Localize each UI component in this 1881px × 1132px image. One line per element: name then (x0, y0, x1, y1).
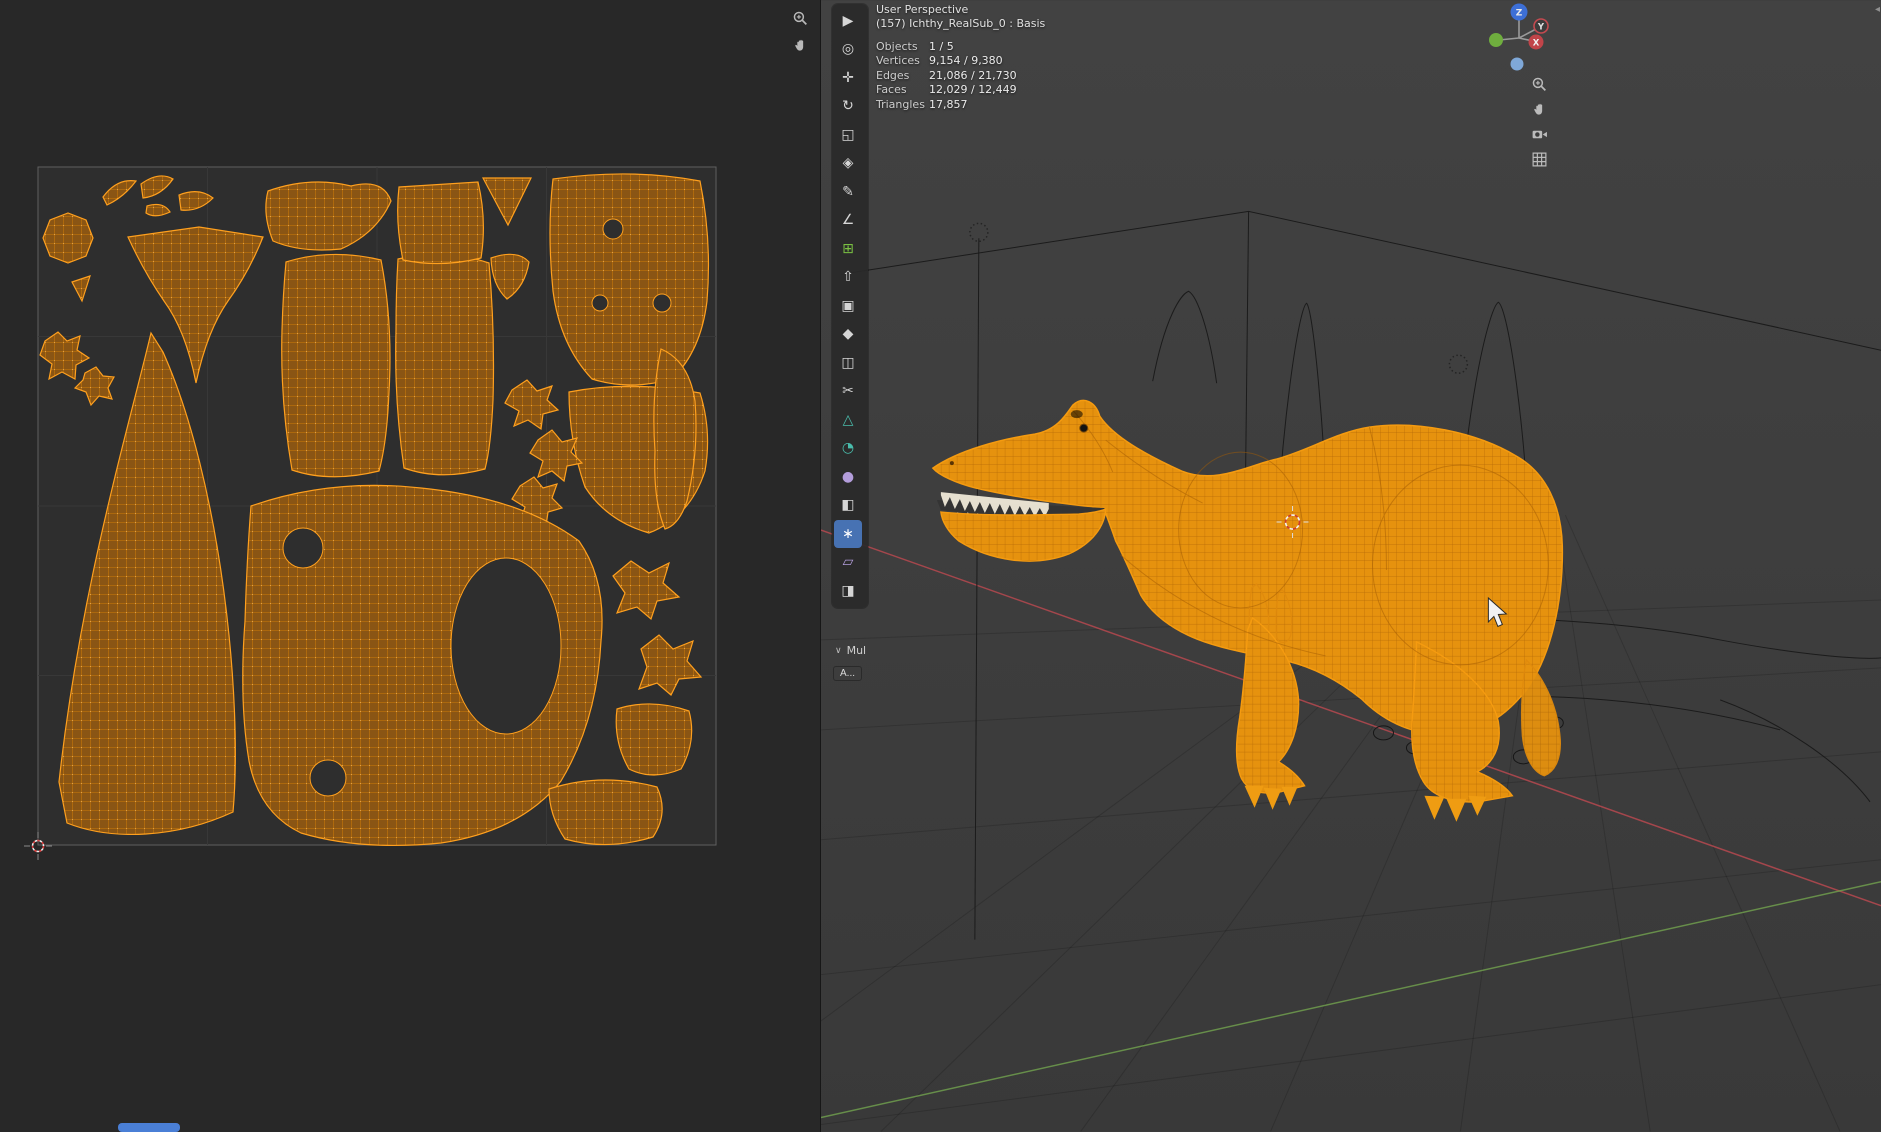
uv-island (42, 212, 94, 264)
shrink-fatten-icon: ∗ (842, 525, 854, 542)
select-box-icon: ▶ (842, 12, 854, 29)
transform-icon: ◈ (842, 155, 854, 172)
tool-spin[interactable]: ◔ (834, 435, 862, 463)
chevron-down-icon: ∨ (835, 645, 842, 656)
uv-corner-tools (790, 8, 810, 55)
region-collapse-arrow[interactable]: ◂ (1875, 4, 1880, 15)
viewport-3d-area[interactable]: User Perspective (157) Ichthy_RealSub_0 … (820, 0, 1881, 1132)
gizmo-y-label: Y (1537, 23, 1545, 33)
annotation-chip-button[interactable]: A... (833, 666, 863, 681)
uv-island (549, 173, 710, 386)
tool-smooth[interactable]: ● (834, 463, 862, 491)
measure-icon: ∠ (841, 212, 855, 229)
spin-icon: ◔ (841, 440, 855, 457)
viewport-canvas[interactable] (821, 0, 1881, 1132)
tool-shear[interactable]: ▱ (834, 549, 862, 577)
shear-icon: ▱ (842, 554, 854, 571)
pan-hand-icon[interactable] (790, 35, 810, 55)
loop-cut-icon: ◫ (841, 354, 855, 371)
eye (1079, 423, 1089, 433)
tool-inset-faces[interactable]: ▣ (834, 292, 862, 320)
tool-loop-cut[interactable]: ◫ (834, 349, 862, 377)
tool-annotate[interactable]: ✎ (834, 178, 862, 206)
gizmo-z-label: Z (1516, 9, 1523, 19)
tool-rip-region[interactable]: ◨ (834, 577, 862, 605)
tool-transform[interactable]: ◈ (834, 150, 862, 178)
edge-slide-icon: ◧ (841, 497, 855, 514)
uv-island (548, 779, 663, 846)
tool-cursor[interactable]: ◎ (834, 36, 862, 64)
tool-knife[interactable]: ✂ (834, 378, 862, 406)
smooth-icon: ● (841, 468, 855, 485)
tool-bevel[interactable]: ◆ (834, 321, 862, 349)
tool-rotate[interactable]: ↻ (834, 93, 862, 121)
uv-editor-area[interactable] (0, 0, 820, 1132)
cursor-icon: ◎ (841, 41, 855, 58)
tool-move[interactable]: ✛ (834, 64, 862, 92)
navigation-gizmo[interactable]: Z Y X (1483, 0, 1561, 78)
uv-island (397, 181, 484, 265)
knife-icon: ✂ (842, 383, 854, 400)
uv-island (615, 703, 693, 776)
annotate-icon: ✎ (842, 183, 854, 200)
viewport-nav-icons (1529, 74, 1549, 169)
tool-select-box[interactable]: ▶ (834, 7, 862, 35)
toggle-ortho-grid-icon[interactable] (1529, 149, 1549, 169)
gizmo-x-label: X (1533, 39, 1540, 49)
zoom-in-icon[interactable] (1529, 74, 1549, 94)
zoom-in-icon[interactable] (790, 8, 810, 28)
uv-island (281, 253, 391, 478)
rip-region-icon: ◨ (841, 582, 855, 599)
collapsed-panel-label: Mul (846, 644, 867, 657)
tool-shrink-fatten[interactable]: ∗ (834, 520, 862, 548)
inset-faces-icon: ▣ (841, 297, 855, 314)
bevel-icon: ◆ (842, 326, 854, 343)
rotate-icon: ↻ (842, 98, 854, 115)
viewport-toolbar: ▶ ◎ ✛ ↻ ◱ ◈ ✎ ∠ ⊞ ⇧ ▣ ◆ ◫ ✂ △ ◔ ● ◧ ∗ ▱ … (832, 4, 868, 608)
tool-edge-slide[interactable]: ◧ (834, 492, 862, 520)
collapsed-panel-mul[interactable]: ∨ Mul (835, 644, 866, 657)
status-progress-pill (118, 1123, 180, 1132)
tool-poly-build[interactable]: △ (834, 406, 862, 434)
add-cube-icon: ⊞ (842, 240, 854, 257)
camera-view-icon[interactable] (1529, 124, 1549, 144)
uv-island (395, 253, 495, 476)
uv-canvas[interactable] (0, 0, 820, 1132)
gizmo-z-neg-axis[interactable] (1510, 57, 1524, 71)
extrude-region-icon: ⇧ (842, 269, 854, 286)
tool-scale[interactable]: ◱ (834, 121, 862, 149)
tool-add-cube[interactable]: ⊞ (834, 235, 862, 263)
tool-measure[interactable]: ∠ (834, 207, 862, 235)
nostril (949, 461, 954, 466)
poly-build-icon: △ (842, 411, 854, 428)
tool-extrude-region[interactable]: ⇧ (834, 264, 862, 292)
pan-hand-icon[interactable] (1529, 99, 1549, 119)
head-crest-marking (1070, 410, 1083, 419)
move-icon: ✛ (842, 69, 854, 86)
gizmo-y-neg-axis[interactable] (1489, 33, 1503, 47)
scale-icon: ◱ (841, 126, 855, 143)
